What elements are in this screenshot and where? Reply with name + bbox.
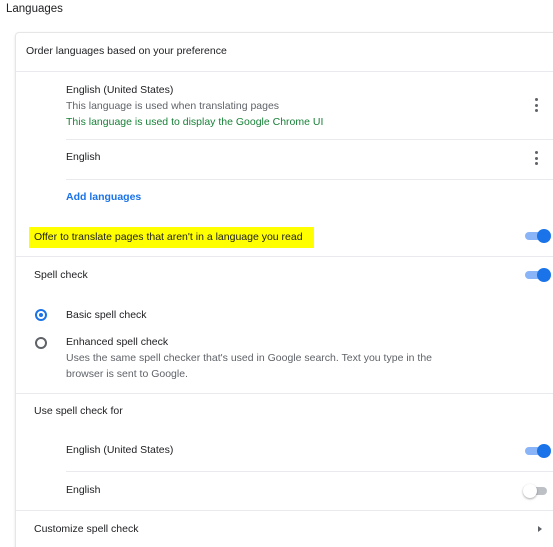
divider xyxy=(16,71,553,72)
spell-check-english-us-toggle[interactable] xyxy=(525,444,551,458)
basic-spell-check-label: Basic spell check xyxy=(66,309,147,321)
divider xyxy=(16,256,553,257)
enhanced-spell-check-description-2: browser is sent to Google. xyxy=(66,368,188,380)
customize-spell-check-label: Customize spell check xyxy=(34,523,139,535)
divider xyxy=(16,393,553,394)
language-item-english: English xyxy=(66,151,101,163)
section-title: Languages xyxy=(6,3,63,15)
use-spell-check-for-label: Use spell check for xyxy=(34,405,123,417)
more-actions-icon[interactable] xyxy=(532,151,540,165)
spell-check-language-english: English xyxy=(66,484,101,496)
enhanced-spell-check-description: Uses the same spell checker that's used … xyxy=(66,352,433,364)
language-ui-note: This language is used to display the Goo… xyxy=(66,116,324,128)
spell-check-label: Spell check xyxy=(34,269,88,281)
add-languages-button[interactable]: Add languages xyxy=(66,191,141,203)
enhanced-spell-check-radio[interactable] xyxy=(35,337,47,349)
more-actions-icon[interactable] xyxy=(532,98,540,112)
basic-spell-check-radio[interactable] xyxy=(35,309,47,321)
divider xyxy=(66,471,553,472)
enhanced-spell-check-label: Enhanced spell check xyxy=(66,336,169,348)
offer-translate-label: Offer to translate pages that aren't in … xyxy=(34,231,303,243)
offer-translate-toggle[interactable] xyxy=(525,229,551,243)
language-item-english-us: English (United States) This language is… xyxy=(66,84,506,134)
divider xyxy=(66,139,553,140)
spell-check-language-english-us: English (United States) xyxy=(66,444,174,456)
spell-check-toggle[interactable] xyxy=(525,268,551,282)
language-name: English (United States) xyxy=(66,84,174,96)
spell-check-english-toggle[interactable] xyxy=(523,484,551,498)
language-translate-note: This language is used when translating p… xyxy=(66,100,280,112)
customize-spell-check-row[interactable]: Customize spell check xyxy=(16,511,553,547)
enhanced-spell-check-option: Enhanced spell check Uses the same spell… xyxy=(66,336,506,384)
divider xyxy=(66,179,553,180)
order-languages-header: Order languages based on your preference xyxy=(26,45,227,57)
chevron-right-icon xyxy=(538,526,542,532)
